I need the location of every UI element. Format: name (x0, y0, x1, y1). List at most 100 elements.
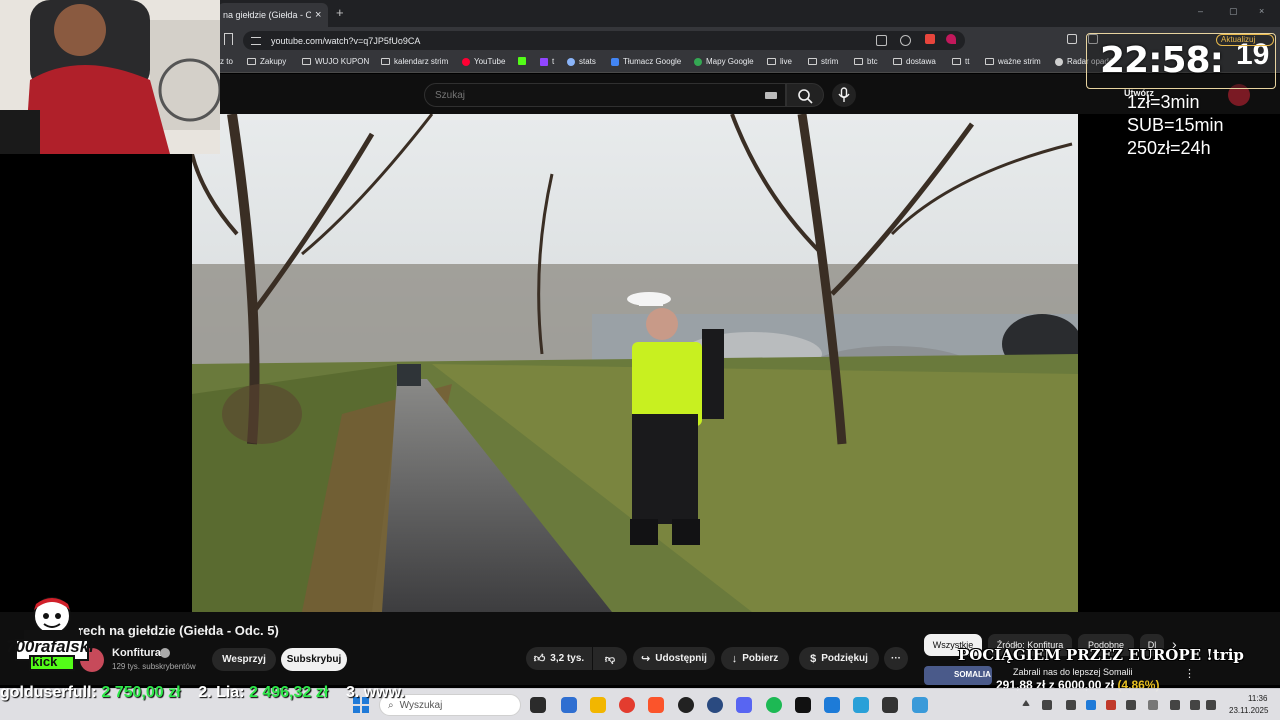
share-button[interactable]: ↪ Udostępnij (633, 647, 715, 670)
brave-shield-icon[interactable] (925, 34, 935, 44)
leaderboard-name: golduserfull: (0, 684, 97, 701)
search-button[interactable] (786, 83, 824, 107)
maximize-button[interactable]: ▢ (1229, 6, 1238, 17)
task-view-icon[interactable] (530, 697, 546, 713)
bookmark-label: stats (579, 57, 596, 66)
clock-date[interactable]: 23.11.2025 (1229, 706, 1268, 715)
app-icon[interactable] (824, 697, 840, 713)
share-label: Udostępnij (655, 653, 707, 664)
clock-time[interactable]: 11:36 (1248, 694, 1267, 703)
search-input[interactable] (435, 89, 755, 101)
tray-icon[interactable] (1148, 700, 1158, 710)
thanks-label: Podziękuj (821, 653, 868, 664)
folder-icon (247, 58, 256, 65)
share-icon[interactable] (900, 35, 911, 46)
bookmark-folder[interactable]: strim (808, 57, 838, 66)
bookmark-item[interactable]: t (540, 57, 554, 66)
app-icon[interactable] (853, 697, 869, 713)
app-icon[interactable] (707, 697, 723, 713)
bookmark-folder[interactable]: btc (854, 57, 878, 66)
subscribe-button[interactable]: Subskrybuj (281, 648, 347, 671)
url-text[interactable]: youtube.com/watch?v=q7JP5fUo9CA (271, 36, 420, 46)
download-button[interactable]: ↓ Pobierz (721, 647, 789, 670)
tab-active[interactable]: na giełdzie (Giełda - Od × (218, 3, 328, 27)
more-icon: ··· (891, 653, 901, 664)
folder-icon (302, 58, 311, 65)
bookmark-label: live (780, 57, 793, 66)
channel-name[interactable]: Konfitura (112, 647, 161, 659)
bookmark-label: ważne strim (998, 57, 1041, 66)
recommended-title[interactable]: Zabrali nas do lepszej Somalii (1013, 667, 1133, 677)
more-actions-button[interactable]: ··· (884, 647, 908, 670)
video-player[interactable] (0, 114, 1280, 612)
close-window-button[interactable]: × (1259, 6, 1264, 16)
radar-icon (1055, 57, 1063, 66)
bookmark-item[interactable]: Tłumacz Google (611, 57, 681, 66)
notepad-icon[interactable] (912, 697, 928, 713)
tray-icon[interactable] (1066, 700, 1076, 710)
like-count: 3,2 tys. (550, 653, 585, 664)
brave-icon[interactable] (648, 697, 664, 713)
bookmark-label: Tłumacz Google (623, 57, 682, 66)
support-label: Wesprzyj (222, 654, 266, 665)
bookmark-item[interactable]: z to (220, 57, 233, 66)
file-explorer-icon[interactable] (590, 697, 606, 713)
microphone-icon[interactable] (1170, 700, 1180, 710)
cast-icon[interactable] (876, 35, 887, 46)
bookmark-folder[interactable]: live (767, 57, 792, 66)
bluetooth-icon[interactable] (1086, 700, 1096, 710)
tray-overflow-icon[interactable] (1022, 700, 1030, 706)
app-icon[interactable] (882, 697, 898, 713)
streaming-app-icon[interactable] (795, 697, 811, 713)
recommended-thumbnail[interactable]: SOMALIA (924, 666, 992, 685)
bookmark-folder[interactable]: ważne strim (985, 57, 1041, 66)
bookmark-item[interactable]: YouTube (462, 57, 505, 66)
dislike-button[interactable]: 👎︎ (593, 647, 627, 670)
tray-icon[interactable] (1106, 700, 1116, 710)
bookmark-item[interactable]: stats (567, 57, 596, 66)
bookmark-label: z to (220, 57, 233, 66)
bookmark-icon[interactable] (224, 33, 233, 45)
site-info-icon[interactable] (251, 36, 261, 45)
rewards-icon[interactable] (946, 34, 956, 44)
volume-icon[interactable] (1206, 700, 1216, 710)
thanks-button[interactable]: $ Podziękuj (799, 647, 879, 670)
keyboard-icon[interactable] (765, 92, 777, 99)
minimize-button[interactable]: – (1198, 6, 1203, 16)
search-box[interactable] (424, 83, 786, 107)
search-icon (798, 89, 813, 104)
steam-icon[interactable] (1126, 700, 1136, 710)
address-bar[interactable]: youtube.com/watch?v=q7JP5fUo9CA (243, 31, 965, 50)
subscribe-label: Subskrybuj (286, 654, 342, 665)
discord-icon[interactable] (736, 697, 752, 713)
bookmark-folder[interactable]: Zakupy (247, 57, 286, 66)
bookmark-folder[interactable]: kalendarz strim (381, 57, 448, 66)
video-frame[interactable] (192, 114, 1078, 612)
extensions-icon[interactable] (1067, 34, 1077, 44)
spotify-icon[interactable] (766, 697, 782, 713)
leaderboard-amount: 2 496,32 zł (248, 684, 329, 701)
widgets-icon[interactable] (561, 697, 577, 713)
tab-title: na giełdzie (Giełda - Od (223, 10, 311, 20)
folder-icon (854, 58, 863, 65)
network-icon[interactable] (1190, 700, 1200, 710)
voice-search-button[interactable] (832, 83, 856, 107)
support-button[interactable]: Wesprzyj (212, 648, 276, 671)
update-badge[interactable]: Aktualizuj (1216, 34, 1274, 46)
bookmark-item[interactable]: Mapy Google (694, 57, 754, 66)
chrome-icon[interactable] (619, 697, 635, 713)
bookmark-label: tt (965, 57, 970, 66)
bookmark-label: t (552, 57, 555, 66)
stats-icon (567, 57, 575, 66)
obs-icon[interactable] (678, 697, 694, 713)
recommended-menu-icon[interactable]: ⋮ (1184, 667, 1195, 680)
bookmark-folder[interactable]: WUJO KUPON (302, 57, 369, 66)
bookmark-folder[interactable]: tt (952, 57, 969, 66)
bookmark-item[interactable] (518, 57, 530, 65)
tab-close-icon[interactable]: × (315, 9, 321, 21)
bookmark-label: Mapy Google (706, 57, 754, 66)
new-tab-button[interactable]: + (336, 5, 344, 20)
like-button[interactable]: 👍︎ 3,2 tys. (526, 647, 592, 670)
tray-icon[interactable] (1042, 700, 1052, 710)
bookmark-folder[interactable]: dostawa (893, 57, 936, 66)
